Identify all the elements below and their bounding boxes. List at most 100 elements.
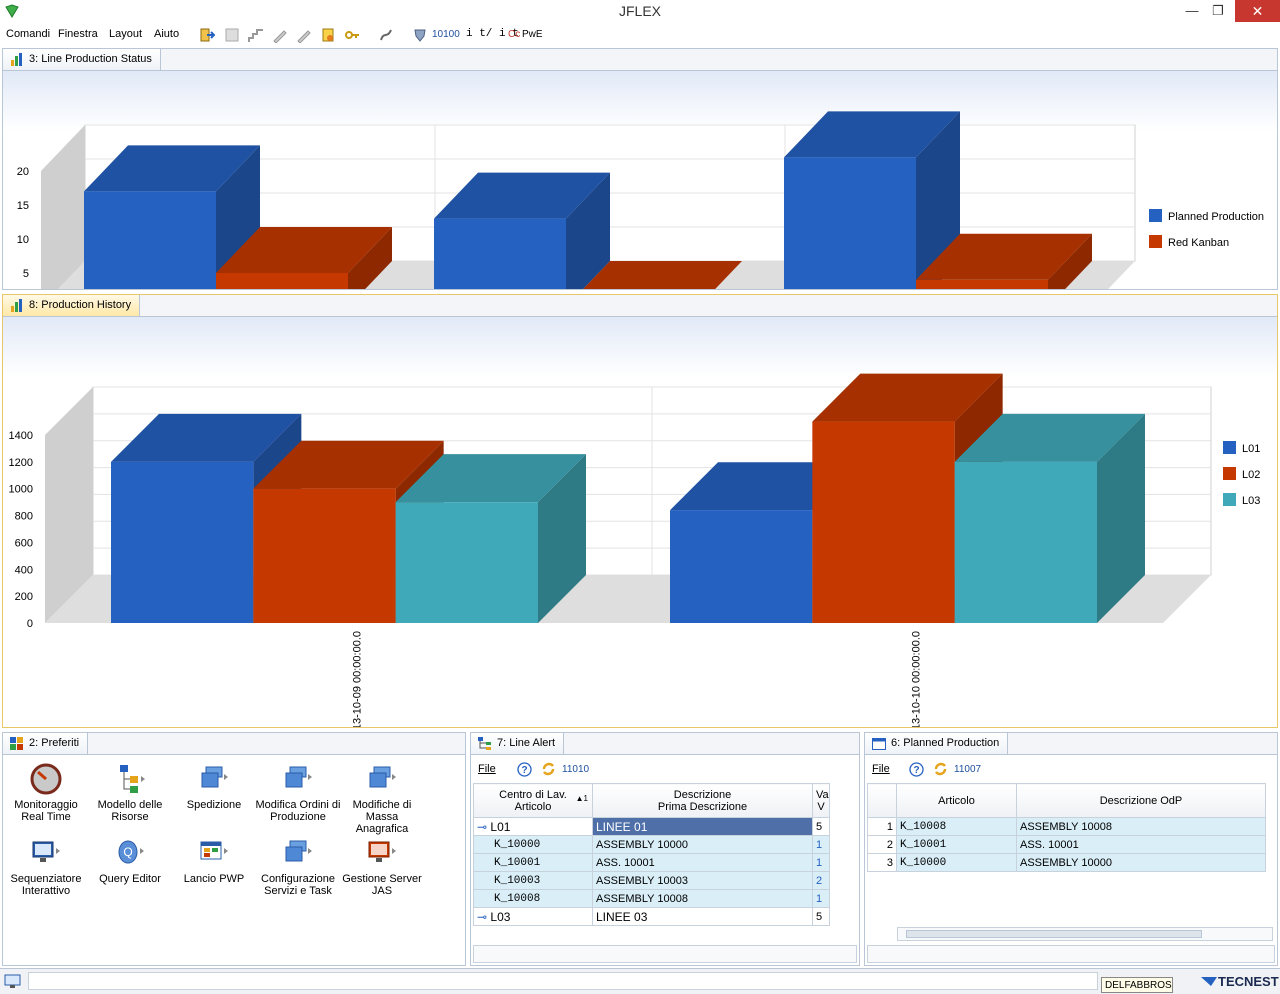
table-row[interactable]: K_10001 ASS. 10001 1: [473, 853, 830, 872]
fav-modello-risorse[interactable]: Modello delle Risorse: [87, 763, 173, 823]
horizontal-scrollbar[interactable]: [897, 927, 1273, 941]
bar: [111, 461, 254, 623]
legend-label: L03: [1242, 495, 1260, 507]
table-row[interactable]: ⊸ L03 LINEE 03 5: [473, 907, 830, 926]
fav-configurazione-servizi[interactable]: Configurazione Servizi e Task: [255, 837, 341, 897]
disabled-tool-icon[interactable]: [224, 27, 240, 43]
row-code: L01: [490, 819, 511, 834]
refresh-icon[interactable]: [541, 761, 556, 777]
header-line1: Va: [816, 788, 829, 801]
note-icon[interactable]: [320, 27, 336, 43]
fav-label: Configurazione Servizi e Task: [261, 873, 335, 897]
legend-label: Planned Production: [1168, 211, 1264, 223]
server-icon: [368, 841, 396, 862]
hierarchy-icon: [120, 765, 145, 793]
fav-modifiche-massa[interactable]: Modifiche di Massa Anagrafica: [339, 763, 425, 835]
tecnest-logo-icon: [1201, 977, 1217, 986]
file-menu[interactable]: File: [872, 763, 890, 775]
col-centro-articolo[interactable]: Centro di Lav. Articolo ▲1: [473, 783, 593, 818]
tab-favorites[interactable]: 2: Preferiti: [3, 733, 89, 755]
row-code: L03: [490, 909, 511, 924]
grid-toolbar: File ? 11007: [865, 755, 1277, 781]
cell-val: 5: [812, 907, 830, 926]
shield-icon[interactable]: [412, 27, 428, 43]
tab-label: 8: Production History: [29, 299, 132, 311]
minimize-button[interactable]: —: [1178, 0, 1206, 22]
table-row[interactable]: 3 K_10000 ASSEMBLY 10000: [867, 853, 1266, 872]
fav-spedizione[interactable]: Spedizione: [171, 763, 257, 811]
cell-desc: ASSEMBLY 10008: [1016, 817, 1266, 836]
header-line1: Centro di Lav.: [499, 788, 567, 801]
maximize-button[interactable]: ❐: [1204, 0, 1232, 22]
fav-query-editor[interactable]: Q Query Editor: [87, 837, 173, 885]
refresh-icon[interactable]: [933, 761, 948, 777]
stack-icon: [201, 766, 228, 788]
menu-aiuto[interactable]: Aiuto: [154, 28, 179, 40]
legend-label: L01: [1242, 443, 1260, 455]
cell-desc: ASSEMBLY 10000: [592, 835, 813, 854]
menu-finestra[interactable]: Finestra: [58, 28, 98, 40]
fav-modifica-ordini[interactable]: Modifica Ordini di Produzione: [255, 763, 341, 823]
record-count: 11007: [954, 764, 982, 775]
sort-indicator[interactable]: ▲1: [576, 794, 588, 803]
stairs-icon[interactable]: [248, 27, 264, 43]
fav-sequenziatore[interactable]: Sequenziatore Interattivo: [3, 837, 89, 897]
key-icon[interactable]: [344, 27, 360, 43]
table-row[interactable]: 2 K_10001 ASS. 10001: [867, 835, 1266, 854]
fav-gestione-server[interactable]: Gestione Server JAS: [339, 837, 425, 897]
cell-rownum: 2: [867, 835, 897, 854]
side-wall: [41, 125, 85, 307]
table-row[interactable]: K_10003 ASSEMBLY 10003 2: [473, 871, 830, 890]
table-row[interactable]: 1 K_10008 ASSEMBLY 10008: [867, 817, 1266, 836]
legend-swatch: [1149, 235, 1162, 248]
line-alert-panel: 7: Line Alert File ? 11010 Centro di Lav…: [470, 732, 860, 966]
table-header: Centro di Lav. Articolo ▲1 Descrizione P…: [473, 783, 830, 818]
y-tick-label: 5: [23, 268, 29, 280]
col-va[interactable]: Va V: [812, 783, 830, 818]
header-line2: Prima Descrizione: [657, 800, 748, 813]
tab-line-production-status[interactable]: 3: Line Production Status: [3, 49, 161, 71]
menu-comandi[interactable]: Comandi: [6, 28, 50, 40]
tab-production-history[interactable]: 8: Production History: [3, 295, 141, 317]
cell-desc: ASSEMBLY 10003: [592, 871, 813, 890]
tab-planned-production[interactable]: 6: Planned Production: [865, 733, 1009, 755]
fav-label: Lancio PWP: [183, 873, 245, 885]
legend-swatch: [1149, 209, 1162, 222]
stack-icon: [285, 840, 312, 862]
help-icon[interactable]: ?: [517, 762, 532, 777]
fav-lancio-pwp[interactable]: Lancio PWP: [171, 837, 257, 885]
stack-icon: [285, 766, 312, 788]
table-row[interactable]: ⊸ L01 LINEE 01 5: [473, 817, 830, 836]
fav-monitoraggio[interactable]: Monitoraggio Real Time: [3, 763, 89, 823]
pwe-indicator[interactable]: PwE: [522, 29, 543, 40]
pencil-alt-icon[interactable]: [296, 27, 312, 43]
table-row[interactable]: K_10000 ASSEMBLY 10000 1: [473, 835, 830, 854]
bar: [216, 273, 348, 307]
scrollbar-thumb[interactable]: [906, 930, 1202, 938]
horizontal-scrollbar[interactable]: [473, 945, 857, 963]
monitor-icon[interactable]: [4, 974, 22, 989]
pencil-icon[interactable]: [272, 27, 288, 43]
cell-desc: LINEE 03: [592, 907, 813, 926]
file-menu[interactable]: File: [478, 763, 496, 775]
table-row[interactable]: K_10008 ASSEMBLY 10008 1: [473, 889, 830, 908]
monitor-icon: [32, 841, 60, 862]
menu-layout[interactable]: Layout: [109, 28, 142, 40]
panel-tabstrip: [3, 49, 1277, 71]
legend-swatch: [1223, 441, 1236, 454]
link-icon[interactable]: [378, 27, 394, 43]
cell-desc-selected[interactable]: LINEE 01: [592, 817, 813, 836]
col-descrizione-odp[interactable]: Descrizione OdP: [1016, 783, 1266, 818]
exit-icon[interactable]: [199, 27, 215, 43]
user-tooltip: DELFABBROS: [1101, 977, 1173, 993]
tab-line-alert[interactable]: 7: Line Alert: [471, 733, 565, 755]
help-icon[interactable]: ?: [909, 762, 924, 777]
bar-chart-icon: [11, 53, 22, 66]
window-icon: [200, 841, 228, 860]
cc-indicator[interactable]: Cc: [508, 29, 520, 40]
close-button[interactable]: ✕: [1235, 0, 1280, 22]
panel-tabstrip: [3, 295, 1277, 317]
col-descrizione[interactable]: Descrizione Prima Descrizione: [592, 783, 813, 818]
col-articolo[interactable]: Articolo: [896, 783, 1017, 818]
cell-desc: ASS. 10001: [592, 853, 813, 872]
